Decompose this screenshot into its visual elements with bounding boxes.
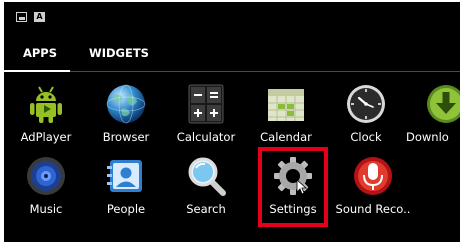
picture-notification-icon: [16, 12, 27, 22]
speaker-icon: [24, 154, 68, 198]
app-calendar[interactable]: Calendar: [250, 82, 322, 152]
download-icon: [424, 82, 460, 126]
text-notification-icon: A: [34, 12, 45, 22]
app-drawer-screen: A APPS WIDGETS AdPlayer Browser Calculat…: [4, 2, 460, 242]
app-label: AdPlayer: [20, 130, 72, 144]
tab-divider: [4, 71, 460, 72]
tab-widgets[interactable]: WIDGETS: [82, 40, 156, 70]
tab-selected-indicator: [4, 70, 70, 72]
app-search[interactable]: Search: [170, 154, 242, 224]
app-label: Music: [29, 202, 63, 216]
calculator-icon: [184, 82, 228, 126]
app-label: People: [106, 202, 146, 216]
tab-apps[interactable]: APPS: [10, 40, 70, 70]
settings-highlight-box: [258, 147, 328, 227]
app-label: Sound Reco..: [335, 202, 411, 216]
status-bar: A: [4, 2, 460, 28]
tab-bar: APPS WIDGETS: [4, 40, 460, 72]
microphone-icon: [351, 154, 395, 198]
calendar-icon: [264, 82, 308, 126]
app-browser[interactable]: Browser: [90, 82, 162, 152]
app-sound-recorder[interactable]: Sound Reco..: [336, 154, 410, 224]
app-adplayer[interactable]: AdPlayer: [10, 82, 82, 152]
magnifier-icon: [184, 154, 228, 198]
app-label: Search: [186, 202, 226, 216]
app-calculator[interactable]: Calculator: [170, 82, 242, 152]
app-label: Browser: [102, 130, 150, 144]
globe-icon: [104, 82, 148, 126]
contacts-icon: [104, 154, 148, 198]
app-clock[interactable]: Clock: [330, 82, 402, 152]
app-downloads[interactable]: Downlo: [406, 82, 460, 152]
app-people[interactable]: People: [90, 154, 162, 224]
app-label: Calendar: [260, 130, 312, 144]
app-label: Clock: [350, 130, 382, 144]
app-label: Calculator: [176, 130, 236, 144]
app-label: Downlo: [406, 130, 449, 144]
android-robot-icon: [24, 82, 68, 126]
clock-icon: [344, 82, 388, 126]
app-music[interactable]: Music: [10, 154, 82, 224]
